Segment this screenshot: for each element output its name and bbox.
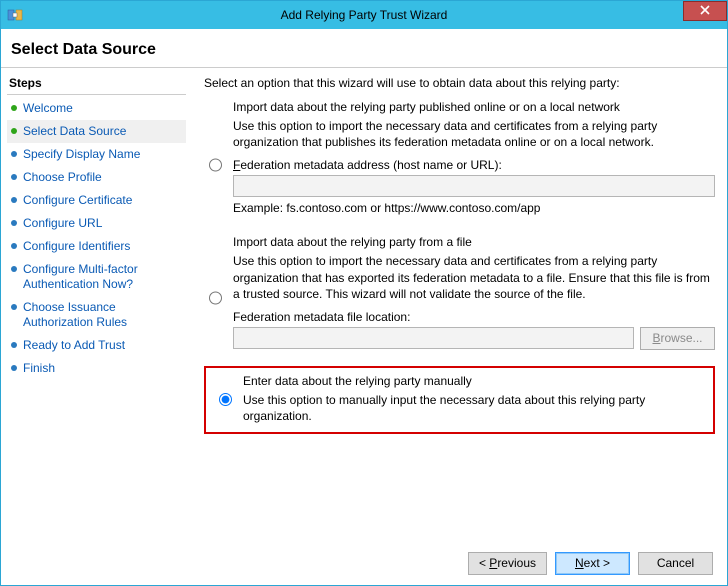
option-title: Import data about the relying party publ… <box>233 100 715 114</box>
radio-import-file[interactable] <box>209 236 222 360</box>
bullet-icon <box>11 220 17 226</box>
federation-address-label: Federation metadata address (host name o… <box>233 158 715 172</box>
bullet-icon <box>11 266 17 272</box>
step-welcome[interactable]: Welcome <box>7 97 186 120</box>
wizard-window: Add Relying Party Trust Wizard Select Da… <box>0 0 728 586</box>
step-ready-to-add-trust[interactable]: Ready to Add Trust <box>7 334 186 357</box>
close-icon <box>700 4 710 18</box>
bullet-icon <box>11 365 17 371</box>
option-title: Enter data about the relying party manua… <box>243 374 705 388</box>
step-finish[interactable]: Finish <box>7 357 186 380</box>
federation-address-input[interactable] <box>233 175 715 197</box>
bullet-icon <box>11 304 17 310</box>
highlight-manual-option: Enter data about the relying party manua… <box>204 366 715 434</box>
cancel-button[interactable]: Cancel <box>638 552 713 575</box>
federation-file-label: Federation metadata file location: <box>233 310 715 324</box>
content-pane: Select an option that this wizard will u… <box>186 68 727 541</box>
step-label: Configure Multi-factor Authentication No… <box>23 262 182 292</box>
next-button[interactable]: Next > <box>555 552 630 575</box>
step-label: Welcome <box>23 101 73 116</box>
step-choose-issuance-rules[interactable]: Choose Issuance Authorization Rules <box>7 296 186 334</box>
step-label: Ready to Add Trust <box>23 338 125 353</box>
option-import-file: Import data about the relying party from… <box>204 235 715 360</box>
window-title: Add Relying Party Trust Wizard <box>1 8 727 22</box>
step-label: Specify Display Name <box>23 147 140 162</box>
page-title: Select Data Source <box>11 41 717 59</box>
titlebar: Add Relying Party Trust Wizard <box>1 1 727 29</box>
page-header: Select Data Source <box>1 29 727 68</box>
bullet-icon <box>11 197 17 203</box>
step-label: Configure URL <box>23 216 102 231</box>
step-specify-display-name[interactable]: Specify Display Name <box>7 143 186 166</box>
bullet-icon <box>11 243 17 249</box>
radio-import-online[interactable] <box>209 101 222 229</box>
bullet-icon <box>11 128 17 134</box>
step-choose-profile[interactable]: Choose Profile <box>7 166 186 189</box>
bullet-icon <box>11 174 17 180</box>
option-import-online: Import data about the relying party publ… <box>204 100 715 229</box>
option-desc: Use this option to import the necessary … <box>233 118 715 150</box>
federation-address-example: Example: fs.contoso.com or https://www.c… <box>233 201 715 215</box>
step-label: Configure Identifiers <box>23 239 130 254</box>
bullet-icon <box>11 105 17 111</box>
option-title: Import data about the relying party from… <box>233 235 715 249</box>
step-label: Configure Certificate <box>23 193 132 208</box>
step-configure-mfa[interactable]: Configure Multi-factor Authentication No… <box>7 258 186 296</box>
intro-text: Select an option that this wizard will u… <box>204 76 715 90</box>
previous-button[interactable]: < Previous <box>468 552 547 575</box>
step-select-data-source[interactable]: Select Data Source <box>7 120 186 143</box>
wizard-body: Steps Welcome Select Data Source Specify… <box>1 68 727 541</box>
steps-sidebar: Steps Welcome Select Data Source Specify… <box>1 68 186 541</box>
radio-enter-manually[interactable] <box>219 375 232 424</box>
close-button[interactable] <box>683 1 727 21</box>
bullet-icon <box>11 151 17 157</box>
step-configure-url[interactable]: Configure URL <box>7 212 186 235</box>
step-configure-certificate[interactable]: Configure Certificate <box>7 189 186 212</box>
browse-button[interactable]: Browse... <box>640 327 715 350</box>
federation-file-input[interactable] <box>233 327 634 349</box>
step-label: Choose Profile <box>23 170 102 185</box>
step-label: Choose Issuance Authorization Rules <box>23 300 182 330</box>
bullet-icon <box>11 342 17 348</box>
option-desc: Use this option to import the necessary … <box>233 253 715 302</box>
option-enter-manually: Enter data about the relying party manua… <box>214 374 705 424</box>
step-label: Finish <box>23 361 55 376</box>
steps-heading: Steps <box>7 74 186 95</box>
step-configure-identifiers[interactable]: Configure Identifiers <box>7 235 186 258</box>
wizard-footer: < Previous Next > Cancel <box>1 541 727 585</box>
step-label: Select Data Source <box>23 124 126 139</box>
option-desc: Use this option to manually input the ne… <box>243 392 705 424</box>
